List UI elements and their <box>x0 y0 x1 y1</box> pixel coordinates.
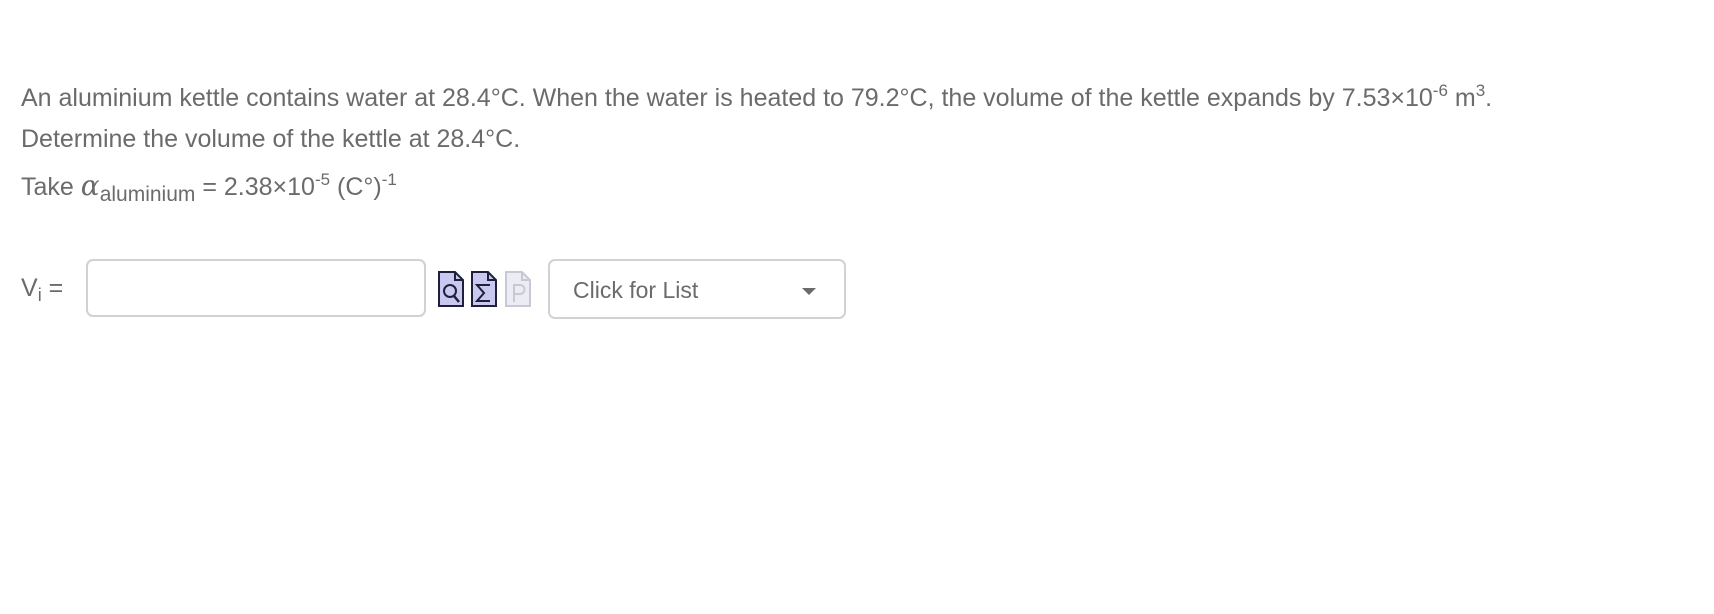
alpha-exponent: -5 <box>314 170 331 189</box>
answer-label-equals: = <box>41 274 64 302</box>
unit-select[interactable]: Click for List <box>548 259 846 319</box>
sentence-period: . <box>1485 84 1493 112</box>
take-label: Take <box>21 173 81 201</box>
answer-label-subscript: i <box>37 285 42 305</box>
question-line-1: An aluminium kettle contains water at 28… <box>21 78 1492 119</box>
alpha-unit: (C°) <box>330 173 382 201</box>
hint-icon <box>505 271 531 307</box>
alpha-value: = 2.38×10 <box>195 173 315 201</box>
question-line-2: Determine the volume of the kettle at 28… <box>21 125 521 153</box>
preview-icon[interactable] <box>438 271 464 307</box>
chevron-down-icon <box>802 288 816 295</box>
equation-editor-icon[interactable] <box>471 271 497 307</box>
answer-input[interactable] <box>86 259 426 317</box>
volume-change-exponent: -6 <box>1432 81 1448 100</box>
alpha-symbol: α <box>80 169 100 202</box>
volume-unit-exponent: 3 <box>1475 81 1486 100</box>
unit-select-label: Click for List <box>573 277 699 303</box>
question-text: An aluminium kettle contains water at 28… <box>21 78 1492 206</box>
question-line-3: Take αaluminium = 2.38×10-5 (C°)-1 <box>21 165 1492 206</box>
alpha-unit-exponent: -1 <box>381 170 397 189</box>
alpha-subscript: aluminium <box>99 183 196 206</box>
question-sentence-1: An aluminium kettle contains water at 28… <box>21 84 1433 112</box>
answer-label: Vi = <box>21 273 63 305</box>
answer-label-variable: V <box>21 274 38 302</box>
volume-unit: m <box>1447 84 1476 112</box>
